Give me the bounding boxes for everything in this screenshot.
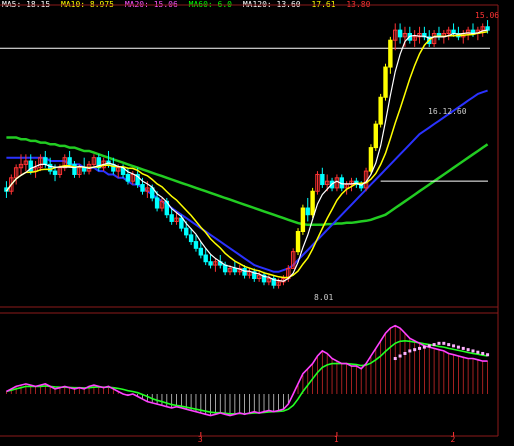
candle-body — [198, 247, 204, 256]
osc-slow-line — [6, 339, 488, 415]
signal-dot — [422, 345, 426, 349]
candle-body — [242, 267, 247, 276]
candle-body — [383, 66, 388, 98]
candle-body — [154, 197, 160, 209]
candle-body — [193, 241, 199, 249]
candle-body — [125, 173, 131, 182]
candle-body — [320, 173, 325, 186]
signal-dot — [427, 344, 431, 348]
candle-body — [169, 214, 174, 222]
candle-body — [184, 227, 189, 236]
signal-dot — [432, 343, 436, 347]
signal-dot — [456, 345, 460, 349]
candle-body — [52, 170, 58, 175]
ma-short-line — [5, 29, 488, 282]
signal-dot — [418, 346, 422, 350]
signal-dot — [471, 349, 475, 353]
ma-mid-line — [5, 31, 488, 279]
oscillator-panel: 3 1 2 — [6, 324, 490, 444]
signal-dot — [481, 351, 485, 355]
x-tick-label: 3 — [198, 435, 203, 444]
candle-body — [305, 207, 310, 216]
candle-body — [310, 190, 315, 216]
candle-body — [300, 207, 306, 233]
signal-dot — [403, 351, 407, 355]
price-axis-label: 15.06 — [475, 11, 499, 20]
candle-body — [485, 26, 490, 31]
signal-dot — [398, 354, 402, 358]
signal-dot — [486, 353, 490, 357]
candle-body — [179, 217, 184, 229]
mid-annotation: 16.12.60 — [428, 107, 467, 116]
candle-body — [388, 39, 393, 68]
candle-body — [373, 123, 378, 149]
signal-dot — [408, 349, 412, 353]
candle-body — [222, 264, 228, 273]
candle-body — [232, 267, 238, 273]
candle-body — [67, 157, 72, 165]
signal-dot — [452, 344, 456, 348]
candle-body — [368, 147, 374, 172]
signal-dot — [437, 341, 441, 345]
signal-dot — [461, 346, 465, 350]
x-tick-label: 2 — [451, 435, 456, 444]
signal-dot — [447, 343, 451, 347]
signal-dot — [442, 341, 446, 345]
signal-dot — [413, 348, 417, 352]
candle-body — [295, 231, 301, 253]
price-panel: 16.12.60 8.01 — [0, 20, 490, 302]
signal-dot — [466, 348, 470, 352]
candle-body — [208, 261, 213, 266]
candle-body — [203, 254, 208, 263]
x-tick-label: 1 — [334, 435, 339, 444]
candle-body — [188, 234, 194, 243]
candle-body — [43, 157, 48, 165]
candle-body — [378, 96, 383, 125]
low-annotation: 8.01 — [314, 293, 333, 302]
candle-body — [81, 167, 87, 172]
osc-fast-line — [6, 324, 488, 417]
candle-body — [140, 184, 145, 192]
candle-body — [397, 29, 403, 38]
signal-dot — [476, 350, 480, 354]
stock-chart[interactable]: 16.12.60 8.01 3 1 2 15.06 — [0, 0, 514, 446]
signal-dot — [393, 357, 397, 361]
candle-body — [72, 163, 77, 175]
